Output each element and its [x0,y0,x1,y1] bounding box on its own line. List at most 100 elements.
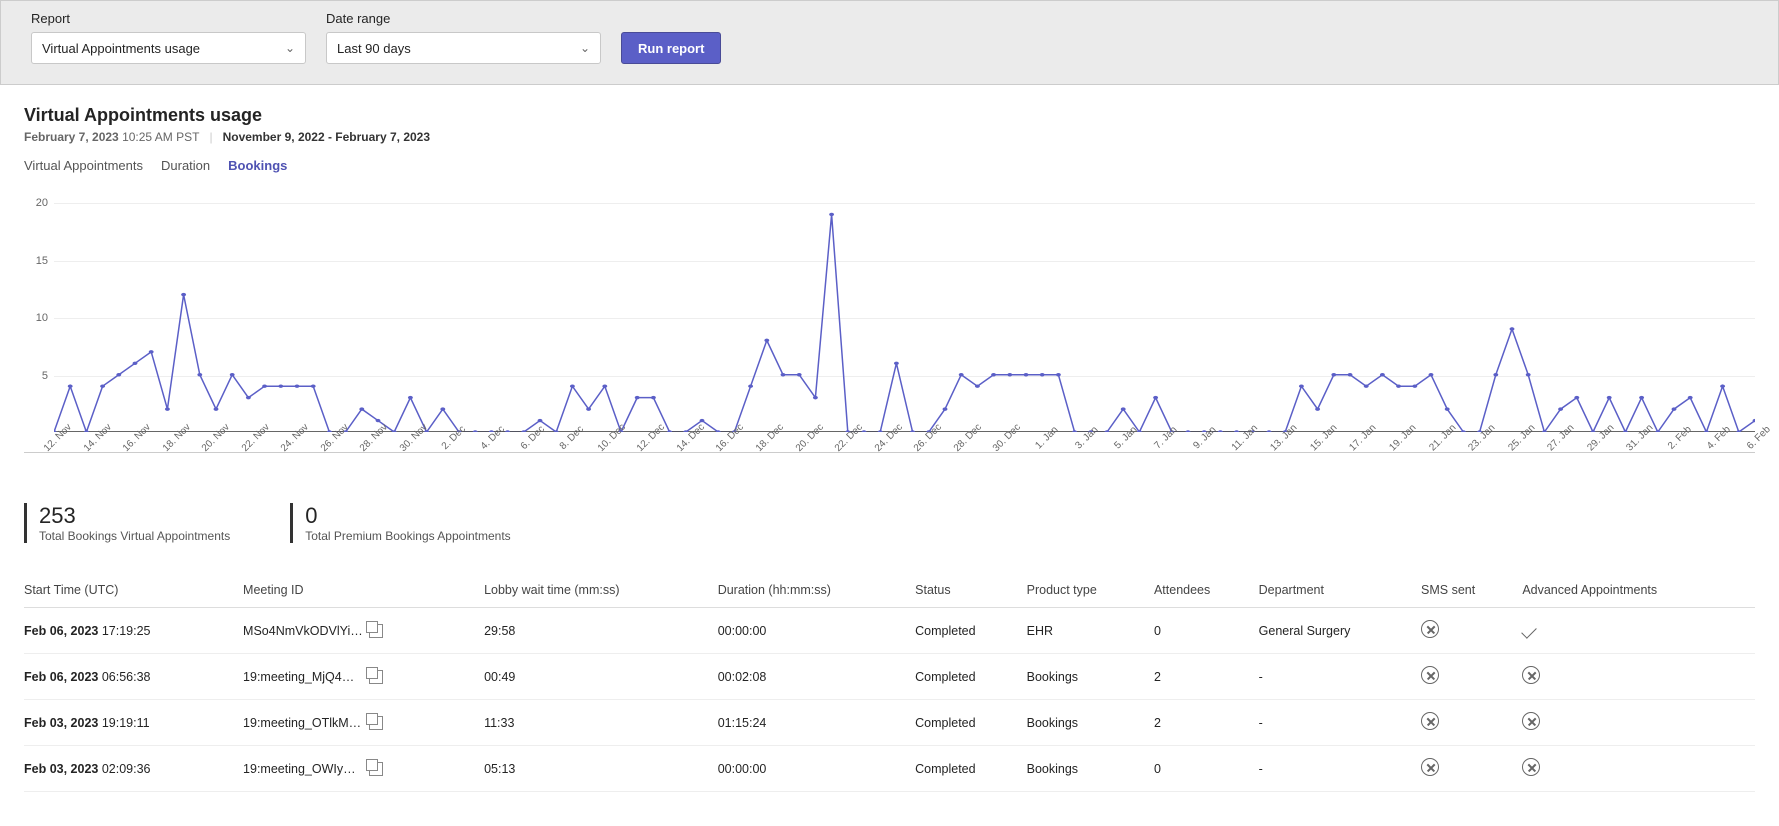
kpi-value: 253 [39,503,230,529]
cell-product: EHR [1027,608,1154,654]
cell-sms [1421,608,1522,654]
cell-product: Bookings [1027,700,1154,746]
cell-sms [1421,654,1522,700]
x-axis: 12. Nov14. Nov16. Nov18. Nov20. Nov22. N… [54,432,1755,462]
appointments-table: Start Time (UTC)Meeting IDLobby wait tim… [24,573,1755,792]
cell-attendees: 0 [1154,746,1259,792]
cell-duration: 00:02:08 [718,654,915,700]
cell-lobby: 05:13 [484,746,718,792]
copy-icon[interactable] [369,716,383,730]
chevron-down-icon: ⌄ [580,41,590,55]
column-header[interactable]: Product type [1027,573,1154,608]
tab-duration[interactable]: Duration [161,158,210,173]
plot-svg [54,203,1755,432]
copy-icon[interactable] [369,670,383,684]
column-header[interactable]: Lobby wait time (mm:ss) [484,573,718,608]
cell-attendees: 0 [1154,608,1259,654]
column-header[interactable]: SMS sent [1421,573,1522,608]
cell-status: Completed [915,746,1026,792]
cell-attendees: 2 [1154,700,1259,746]
timestamp-date: February 7, 2023 [24,130,119,144]
table-row[interactable]: Feb 06, 2023 06:56:38 19:meeting_MjQ4OTg… [24,654,1755,700]
daterange-dropdown[interactable]: Last 90 days ⌄ [326,32,601,64]
copy-icon[interactable] [369,762,383,776]
filter-bar: Report Virtual Appointments usage ⌄ Date… [0,0,1779,85]
x-circle-icon [1522,758,1540,776]
cell-start-time: Feb 03, 2023 02:09:36 [24,746,243,792]
copy-icon[interactable] [369,624,383,638]
kpi-label: Total Bookings Virtual Appointments [39,529,230,543]
x-circle-icon [1421,758,1439,776]
table-row[interactable]: Feb 03, 2023 02:09:36 19:meeting_OWIyZjQ… [24,746,1755,792]
column-header[interactable]: Status [915,573,1026,608]
cell-meeting-id: MSo4NmVkODVlYi02Yz... [243,608,484,654]
column-header[interactable]: Attendees [1154,573,1259,608]
cell-start-time: Feb 06, 2023 17:19:25 [24,608,243,654]
cell-department: - [1259,654,1421,700]
separator: | [209,130,212,144]
cell-advanced [1522,654,1755,700]
x-circle-icon [1421,712,1439,730]
column-header[interactable]: Advanced Appointments [1522,573,1755,608]
cell-meeting-id: 19:meeting_MjQ4OTg5Z... [243,654,484,700]
cell-lobby: 11:33 [484,700,718,746]
cell-department: General Surgery [1259,608,1421,654]
date-range-text: November 9, 2022 - February 7, 2023 [223,130,430,144]
table-body: Feb 06, 2023 17:19:25 MSo4NmVkODVlYi02Yz… [24,608,1755,792]
cell-start-time: Feb 03, 2023 19:19:11 [24,700,243,746]
cell-department: - [1259,746,1421,792]
cell-meeting-id: 19:meeting_OTlkMGE3Z... [243,700,484,746]
cell-duration: 00:00:00 [718,746,915,792]
cell-status: Completed [915,608,1026,654]
kpi-value: 0 [305,503,510,529]
cell-advanced [1522,608,1755,654]
cell-lobby: 00:49 [484,654,718,700]
column-header[interactable]: Duration (hh:mm:ss) [718,573,915,608]
column-header[interactable]: Meeting ID [243,573,484,608]
x-circle-icon [1421,620,1439,638]
cell-duration: 00:00:00 [718,608,915,654]
daterange-value: Last 90 days [337,41,411,56]
cell-advanced [1522,700,1755,746]
column-header[interactable]: Start Time (UTC) [24,573,243,608]
check-icon [1522,623,1538,639]
cell-department: - [1259,700,1421,746]
report-value: Virtual Appointments usage [42,41,200,56]
cell-sms [1421,700,1522,746]
cell-advanced [1522,746,1755,792]
kpi-label: Total Premium Bookings Appointments [305,529,510,543]
kpi-card: 253Total Bookings Virtual Appointments [24,503,230,543]
report-subtitle: February 7, 2023 10:25 AM PST | November… [24,130,1755,144]
cell-status: Completed [915,700,1026,746]
y-tick: 5 [42,370,48,382]
cell-meeting-id: 19:meeting_OWIyZjQ3Z... [243,746,484,792]
x-circle-icon [1421,666,1439,684]
report-field: Report Virtual Appointments usage ⌄ [31,11,306,64]
chevron-down-icon: ⌄ [285,41,295,55]
report-dropdown[interactable]: Virtual Appointments usage ⌄ [31,32,306,64]
column-header[interactable]: Department [1259,573,1421,608]
cell-product: Bookings [1027,654,1154,700]
tab-bookings[interactable]: Bookings [228,158,287,173]
table-row[interactable]: Feb 03, 2023 19:19:11 19:meeting_OTlkMGE… [24,700,1755,746]
table-row[interactable]: Feb 06, 2023 17:19:25 MSo4NmVkODVlYi02Yz… [24,608,1755,654]
tab-virtual-appointments[interactable]: Virtual Appointments [24,158,143,173]
plot-area [54,203,1755,432]
cell-sms [1421,746,1522,792]
y-tick: 15 [36,255,48,267]
y-axis: 5101520 [24,203,54,432]
x-circle-icon [1522,666,1540,684]
x-circle-icon [1522,712,1540,730]
bookings-chart: 5101520 12. Nov14. Nov16. Nov18. Nov20. … [24,203,1755,453]
report-label: Report [31,11,306,26]
cell-attendees: 2 [1154,654,1259,700]
cell-status: Completed [915,654,1026,700]
table-header-row: Start Time (UTC)Meeting IDLobby wait tim… [24,573,1755,608]
kpi-cards: 253Total Bookings Virtual Appointments0T… [24,503,1755,543]
daterange-label: Date range [326,11,601,26]
cell-start-time: Feb 06, 2023 06:56:38 [24,654,243,700]
run-report-button[interactable]: Run report [621,32,721,64]
y-tick: 20 [36,197,48,209]
report-title: Virtual Appointments usage [24,105,1755,126]
report-content: Virtual Appointments usage February 7, 2… [0,85,1779,812]
